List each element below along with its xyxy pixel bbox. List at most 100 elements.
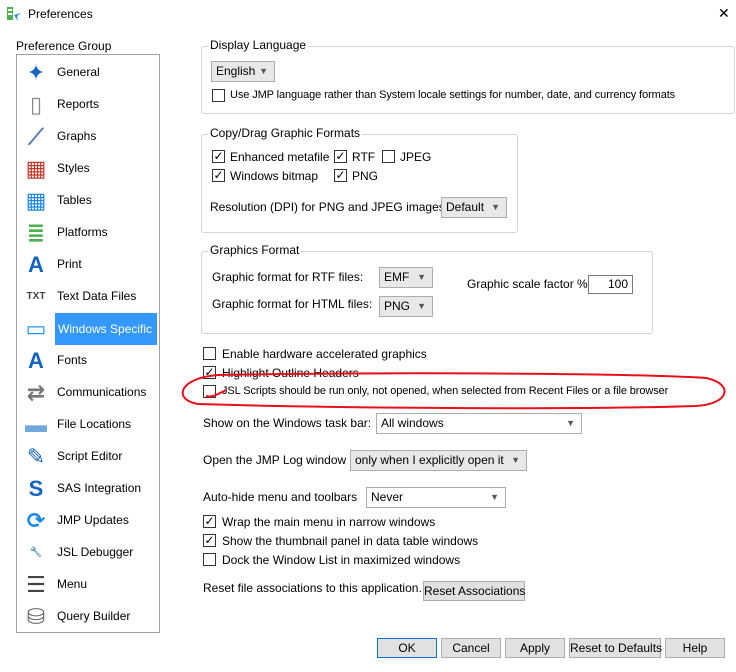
wrench-icon: 🔧: [29, 547, 43, 558]
sidebar-item-script-editor[interactable]: ✎ Script Editor: [17, 441, 159, 473]
log-select[interactable]: only when I explicitly open it ▼: [350, 450, 527, 471]
log-value: only when I explicitly open it: [355, 453, 504, 467]
sidebar-item-label: Reports: [57, 97, 100, 111]
reset-associations-button[interactable]: Reset Associations: [423, 581, 525, 601]
group-label: Graphics Format: [208, 243, 302, 257]
sidebar-item-graphs[interactable]: ⟋ Graphs: [17, 121, 159, 153]
sidebar-item-label: General: [57, 65, 100, 79]
sidebar-item-label: Script Editor: [57, 449, 123, 463]
sidebar-item-styles[interactable]: ▦ Styles: [17, 153, 159, 185]
rtf-checkbox[interactable]: ✓: [334, 150, 347, 163]
cancel-button[interactable]: Cancel: [441, 638, 501, 658]
sidebar-item-jmp-updates[interactable]: ⟳ JMP Updates: [17, 505, 159, 537]
sidebar-item-label: Menu: [57, 577, 88, 591]
rtf-format-label: Graphic format for RTF files:: [212, 270, 364, 284]
html-format-select[interactable]: PNG ▼: [379, 296, 433, 317]
chevron-down-icon: ▼: [417, 272, 426, 282]
rtf-label: RTF: [352, 150, 376, 164]
sidebar-item-print[interactable]: A Print: [17, 249, 159, 281]
taskbar-label: Show on the Windows task bar:: [203, 416, 372, 430]
language-select[interactable]: English ▼: [211, 61, 275, 82]
sidebar-item-windows-specific[interactable]: ▭ Windows Specific: [17, 313, 159, 345]
menu-icon: ☰: [26, 572, 46, 597]
copy-drag-group: Copy/Drag Graphic Formats: [201, 126, 518, 233]
ok-button[interactable]: OK: [377, 638, 437, 658]
sidebar-item-jsl-debugger[interactable]: 🔧 JSL Debugger: [17, 537, 159, 569]
group-label: Display Language: [208, 38, 309, 52]
enhanced-metafile-checkbox[interactable]: ✓: [212, 150, 225, 163]
red-annotation-ellipse: [181, 372, 726, 410]
dock-window-list-checkbox[interactable]: [203, 553, 216, 566]
communications-icon: ⇄: [26, 380, 46, 405]
chevron-down-icon: ▼: [511, 455, 520, 465]
sidebar-item-label: Query Builder: [57, 609, 131, 623]
monitor-icon: ▭: [25, 316, 47, 341]
sidebar-item-communications[interactable]: ⇄ Communications: [17, 377, 159, 409]
sas-icon: S: [28, 476, 44, 501]
taskbar-value: All windows: [381, 416, 444, 430]
html-format-label: Graphic format for HTML files:: [212, 297, 373, 311]
sidebar-item-label: JSL Debugger: [57, 545, 134, 559]
reset-to-defaults-button[interactable]: Reset to Defaults: [569, 638, 662, 658]
sidebar-item-label: Print: [57, 257, 82, 271]
database-icon: ⛁: [26, 604, 46, 629]
close-button[interactable]: ✕: [718, 5, 730, 22]
sidebar-item-label: Windows Specific: [55, 313, 157, 345]
preference-group-label: Preference Group: [16, 39, 112, 53]
windows-bitmap-checkbox[interactable]: ✓: [212, 169, 225, 182]
sidebar-item-label: SAS Integration: [57, 481, 142, 495]
windows-bitmap-label: Windows bitmap: [230, 169, 319, 183]
thumbnail-panel-checkbox[interactable]: ✓: [203, 534, 216, 547]
sidebar-item-query-builder[interactable]: ⛁ Query Builder: [17, 601, 159, 633]
sidebar-item-label: JMP Updates: [57, 513, 129, 527]
thumbnail-panel-label: Show the thumbnail panel in data table w…: [222, 534, 479, 548]
wrap-menu-checkbox[interactable]: ✓: [203, 515, 216, 528]
resolution-value: Default: [446, 200, 485, 214]
chevron-down-icon: ▼: [566, 418, 575, 428]
help-button[interactable]: Help: [665, 638, 725, 658]
png-checkbox[interactable]: ✓: [334, 169, 347, 182]
dock-window-list-label: Dock the Window List in maximized window…: [222, 553, 461, 567]
html-format-value: PNG: [384, 299, 411, 313]
sidebar-item-general[interactable]: ✦ General: [17, 57, 159, 89]
scale-factor-input[interactable]: 100: [588, 275, 633, 294]
taskbar-select[interactable]: All windows ▼: [376, 413, 582, 434]
hardware-accel-label: Enable hardware accelerated graphics: [222, 347, 427, 361]
rtf-format-value: EMF: [384, 270, 410, 284]
wrap-menu-label: Wrap the main menu in narrow windows: [222, 515, 436, 529]
reports-icon: ▯: [29, 92, 43, 117]
sidebar-item-sas-integration[interactable]: S SAS Integration: [17, 473, 159, 505]
sidebar-item-fonts[interactable]: A Fonts: [17, 345, 159, 377]
scale-factor-label: Graphic scale factor %: [467, 277, 588, 291]
apply-button[interactable]: Apply: [505, 638, 565, 658]
jpeg-checkbox[interactable]: [382, 150, 395, 163]
jmp-updates-icon: ⟳: [26, 508, 46, 533]
autohide-select[interactable]: Never ▼: [366, 487, 506, 508]
png-label: PNG: [352, 169, 379, 183]
jpeg-label: JPEG: [400, 150, 432, 164]
platforms-icon: ≣: [26, 220, 46, 245]
autohide-value: Never: [371, 490, 404, 504]
sidebar-item-menu[interactable]: ☰ Menu: [17, 569, 159, 601]
sidebar-item-tables[interactable]: ▦ Tables: [17, 185, 159, 217]
resolution-select[interactable]: Default ▼: [441, 197, 507, 218]
sidebar-item-label: Communications: [57, 385, 147, 399]
hardware-accel-checkbox[interactable]: [203, 347, 216, 360]
chevron-down-icon: ▼: [417, 301, 426, 311]
rtf-format-select[interactable]: EMF ▼: [379, 267, 433, 288]
sidebar-item-label: Graphs: [57, 129, 97, 143]
sidebar-item-platforms[interactable]: ≣ Platforms: [17, 217, 159, 249]
sidebar-item-text-data-files[interactable]: TXT Text Data Files: [17, 281, 159, 313]
styles-icon: ▦: [25, 156, 47, 181]
print-icon: A: [28, 252, 44, 277]
group-label: Copy/Drag Graphic Formats: [208, 126, 363, 140]
preferences-app-icon: [7, 7, 21, 21]
fonts-icon: A: [28, 348, 44, 373]
sidebar-item-file-locations[interactable]: ▬ File Locations: [17, 409, 159, 441]
display-language-group: Display Language: [201, 38, 735, 114]
preference-group-list[interactable]: ✦ General ▯ Reports ⟋ Graphs ▦ Styles ▦ Tables ≣ Pl…: [16, 54, 160, 633]
use-jmp-language-checkbox[interactable]: [212, 89, 225, 102]
general-icon: ✦: [26, 60, 46, 85]
sidebar-item-reports[interactable]: ▯ Reports: [17, 89, 159, 121]
chevron-down-icon: ▼: [490, 492, 499, 502]
